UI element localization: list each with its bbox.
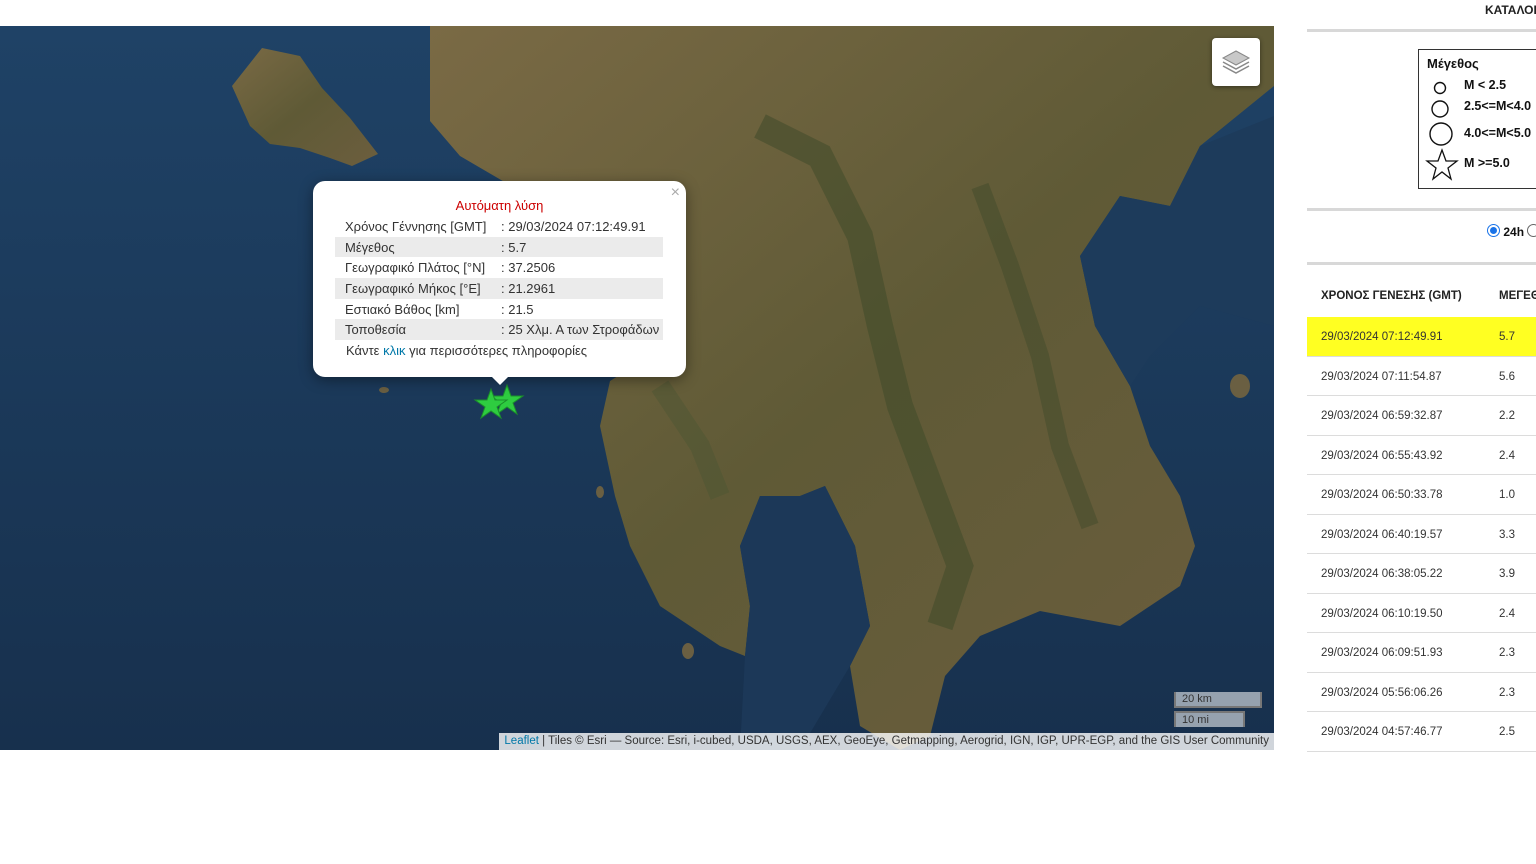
- divider: [1307, 208, 1536, 211]
- earthquake-popup: × Αυτόματη λύση Χρόνος Γέννησης [GMT]: 2…: [313, 181, 686, 377]
- popup-label: Εστιακό Βάθος [km]: [345, 301, 460, 317]
- magnitude-legend: Μέγεθος M < 2.5 2.5<=M<4.0 4.0<=M<5.0 M …: [1418, 49, 1536, 189]
- popup-label: Μέγεθος: [335, 236, 501, 258]
- leaflet-link[interactable]: Leaflet: [504, 735, 539, 747]
- event-magnitude: 2.4: [1499, 607, 1515, 620]
- events-table: 29/03/2024 07:12:49.91 5.7 29/03/2024 07:1…: [1307, 317, 1536, 752]
- event-magnitude: 2.3: [1499, 647, 1515, 659]
- legend-title: Μέγεθος: [1427, 56, 1479, 71]
- table-row[interactable]: 29/03/2024 05:56:06.26 2.3: [1307, 673, 1536, 712]
- popup-label: Τοποθεσία: [335, 319, 501, 341]
- period-other-radio[interactable]: [1527, 224, 1536, 237]
- catalog-link[interactable]: ΚΑΤΑΛΟΓΟΣ: [1485, 3, 1536, 17]
- popup-label: Χρόνος Γέννησης [GMT]: [345, 218, 487, 234]
- event-time: 29/03/2024 07:11:54.87: [1321, 370, 1442, 383]
- event-time: 29/03/2024 06:10:19.50: [1321, 607, 1443, 620]
- layers-control-button[interactable]: [1212, 38, 1260, 86]
- divider: [1307, 29, 1536, 32]
- epicenter-markers[interactable]: [470, 380, 530, 424]
- event-magnitude: 5.7: [1499, 331, 1515, 343]
- event-magnitude: 2.2: [1499, 410, 1515, 422]
- table-row[interactable]: 29/03/2024 06:59:32.87 2.2: [1307, 396, 1536, 436]
- popup-value: : 37.2506: [501, 260, 556, 276]
- popup-value: : 5.7: [501, 236, 663, 258]
- table-row[interactable]: 29/03/2024 07:12:49.91 5.7: [1307, 317, 1536, 357]
- large-circle-icon: [1429, 122, 1453, 146]
- popup-value: : 21.5: [501, 301, 534, 317]
- star-icon: [1425, 148, 1459, 181]
- event-time: 29/03/2024 05:56:06.26: [1321, 686, 1443, 699]
- popup-value: : 21.2961: [501, 278, 663, 299]
- event-magnitude: 3.9: [1499, 568, 1515, 580]
- satellite-basemap: [0, 26, 1274, 750]
- popup-label: Γεωγραφικό Πλάτος [°N]: [345, 260, 486, 276]
- period-24h-radio[interactable]: [1487, 224, 1500, 237]
- table-row[interactable]: 29/03/2024 07:11:54.87 5.6: [1307, 357, 1536, 396]
- event-time: 29/03/2024 06:55:43.92: [1321, 449, 1443, 462]
- small-circle-icon: [1433, 81, 1447, 95]
- popup-tip: [490, 375, 510, 385]
- event-time: 29/03/2024 06:09:51.93: [1321, 647, 1443, 659]
- popup-more-info: Κάντε κλικ για περισσότερες πληροφορίες: [346, 343, 588, 358]
- period-selector[interactable]: 24h: [1487, 224, 1536, 239]
- table-row[interactable]: 29/03/2024 06:55:43.92 2.4: [1307, 436, 1536, 475]
- table-row[interactable]: 29/03/2024 04:57:46.77 2.5: [1307, 712, 1536, 752]
- popup-value: : 29/03/2024 07:12:49.91: [501, 218, 646, 234]
- table-row[interactable]: 29/03/2024 06:09:51.93 2.3: [1307, 633, 1536, 673]
- event-magnitude: 3.3: [1499, 528, 1515, 541]
- event-time: 29/03/2024 06:38:05.22: [1321, 568, 1443, 580]
- column-header-magnitude[interactable]: ΜΕΓΕΘΟΣ: [1499, 290, 1536, 302]
- event-magnitude: 2.4: [1499, 449, 1515, 462]
- event-time: 29/03/2024 07:12:49.91: [1321, 331, 1443, 343]
- popup-label: Γεωγραφικό Μήκος [°E]: [335, 278, 501, 299]
- layers-icon: [1221, 50, 1251, 74]
- popup-row: Χρόνος Γέννησης [GMT] : 29/03/2024 07:12:…: [335, 216, 663, 237]
- table-row[interactable]: 29/03/2024 06:40:19.57 3.3: [1307, 515, 1536, 554]
- table-row[interactable]: 29/03/2024 06:10:19.50 2.4: [1307, 594, 1536, 633]
- popup-row: Γεωγραφικό Πλάτος [°N] : 37.2506: [335, 257, 663, 278]
- event-time: 29/03/2024 06:40:19.57: [1321, 528, 1443, 541]
- earthquake-map[interactable]: 20 km 10 mi Leaflet | Tiles © Esri — Sou…: [0, 26, 1274, 750]
- table-row[interactable]: 29/03/2024 06:38:05.22 3.9: [1307, 554, 1536, 594]
- popup-row: Γεωγραφικό Μήκος [°E]: 21.2961: [335, 278, 663, 299]
- divider: [1307, 262, 1536, 265]
- side-panel: ΚΑΤΑΛΟΓΟΣ Μέγεθος M < 2.5 2.5<=M<4.0 4.0…: [1307, 0, 1536, 864]
- earthquake-marker: [473, 387, 509, 420]
- popup-value: : 25 Χλμ. Α των Στροφάδων: [501, 319, 663, 341]
- map-attribution: Leaflet | Tiles © Esri — Source: Esri, i…: [499, 733, 1274, 750]
- event-time: 29/03/2024 04:57:46.77: [1321, 726, 1443, 738]
- popup-details-table: Χρόνος Γέννησης [GMT] : 29/03/2024 07:12:…: [335, 216, 663, 341]
- event-magnitude: 2.3: [1499, 686, 1515, 699]
- popup-title: Αυτόματη λύση: [455, 198, 544, 213]
- popup-row: Εστιακό Βάθος [km] : 21.5: [335, 299, 663, 320]
- event-magnitude: 2.5: [1499, 726, 1515, 738]
- event-time: 29/03/2024 06:50:33.78: [1321, 489, 1443, 501]
- scale-bar-mi: 10 mi: [1174, 711, 1245, 727]
- column-header-time[interactable]: ΧΡΟΝΟΣ ΓΕΝΕΣΗΣ (GMT): [1321, 290, 1462, 302]
- event-time: 29/03/2024 06:59:32.87: [1321, 410, 1443, 422]
- table-row[interactable]: 29/03/2024 06:50:33.78 1.0: [1307, 475, 1536, 515]
- popup-row: Τοποθεσία: 25 Χλμ. Α των Στροφάδων: [335, 319, 663, 341]
- scale-bar-km: 20 km: [1174, 692, 1262, 708]
- popup-row: Μέγεθος: 5.7: [335, 236, 663, 258]
- event-magnitude: 5.6: [1499, 370, 1515, 383]
- attribution-text: | Tiles © Esri — Source: Esri, i-cubed, …: [538, 735, 1269, 747]
- more-info-link[interactable]: κλικ: [383, 343, 405, 358]
- event-magnitude: 1.0: [1499, 489, 1515, 501]
- medium-circle-icon: [1431, 100, 1449, 118]
- period-24h-label: 24h: [1503, 225, 1525, 239]
